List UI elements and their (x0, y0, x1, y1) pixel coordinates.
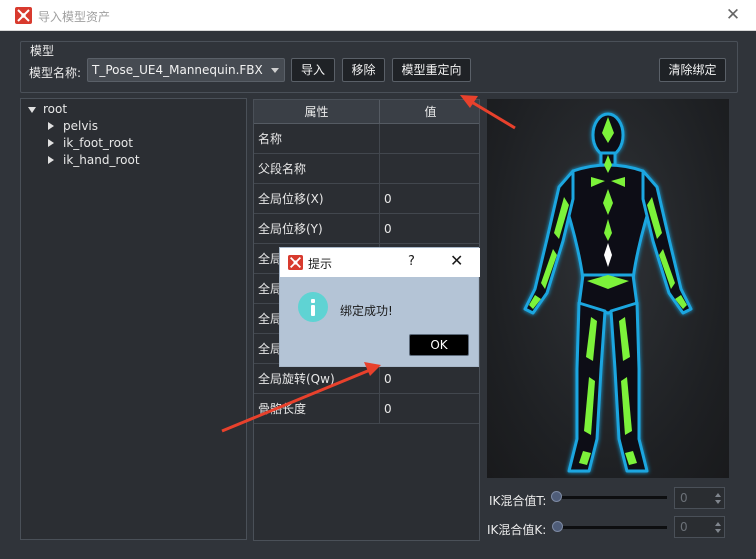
ik-blend-k-spinbox[interactable]: 0 (674, 516, 725, 538)
message-dialog-titlebar: 提示 ? ✕ (280, 248, 480, 277)
ok-button[interactable]: OK (409, 334, 469, 356)
expand-down-icon[interactable] (28, 107, 36, 113)
spin-up-icon[interactable] (715, 522, 721, 526)
tree-item-root[interactable]: root (43, 102, 67, 116)
property-name: 全局位移(X) (254, 184, 380, 214)
spin-up-icon[interactable] (715, 493, 721, 497)
property-name: 父段名称 (254, 154, 380, 184)
window-titlebar: 导入模型资产 ✕ (0, 0, 756, 31)
app-logo-icon (15, 7, 32, 24)
model-group-title: 模型 (29, 42, 56, 59)
property-value[interactable] (380, 124, 479, 154)
ik-blend-t-spinbox[interactable]: 0 (674, 487, 725, 509)
table-row[interactable]: 全局位移(X) 0 (254, 184, 479, 214)
tree-item[interactable]: ik_foot_root (63, 136, 133, 150)
model-select[interactable]: T_Pose_UE4_Mannequin.FBX (87, 58, 285, 82)
ik-blend-k-handle[interactable] (552, 521, 563, 532)
property-name: 名称 (254, 124, 380, 154)
message-dialog-title: 提示 (308, 257, 333, 271)
expand-right-icon[interactable] (48, 156, 54, 164)
expand-right-icon[interactable] (48, 122, 54, 130)
ik-blend-t-label: IK混合值T: (489, 494, 547, 508)
spin-down-icon[interactable] (715, 529, 721, 533)
property-name: 骨骼长度 (254, 394, 380, 424)
message-text: 绑定成功! (340, 304, 393, 318)
ik-blend-k-slider[interactable] (556, 526, 667, 529)
close-icon[interactable]: ✕ (720, 3, 746, 27)
column-header-value[interactable]: 值 (380, 100, 479, 124)
table-row[interactable]: 全局旋转(Qw) 0 (254, 364, 479, 394)
property-name: 全局位移(Y) (254, 214, 380, 244)
remove-button[interactable]: 移除 (342, 58, 385, 82)
app-logo-icon (288, 255, 303, 270)
close-icon[interactable]: ✕ (450, 251, 463, 270)
table-row[interactable]: 骨骼长度 0 (254, 394, 479, 424)
table-row[interactable]: 父段名称 (254, 154, 479, 184)
mannequin-figure (523, 112, 693, 473)
message-dialog[interactable]: 提示 ? ✕ 绑定成功! OK (279, 247, 480, 367)
skeleton-tree[interactable]: root pelvis ik_foot_root ik_hand_root (20, 98, 247, 540)
ik-blend-k-value: 0 (680, 520, 688, 534)
property-value[interactable]: 0 (380, 364, 479, 394)
expand-right-icon[interactable] (48, 139, 54, 147)
ik-blend-t-value: 0 (680, 491, 688, 505)
ik-blend-t-handle[interactable] (551, 491, 562, 502)
table-row[interactable]: 全局位移(Y) 0 (254, 214, 479, 244)
property-value[interactable]: 0 (380, 184, 479, 214)
property-value[interactable] (380, 154, 479, 184)
retarget-button[interactable]: 模型重定向 (392, 58, 471, 82)
clear-binding-button[interactable]: 清除绑定 (659, 58, 726, 82)
import-button[interactable]: 导入 (291, 58, 335, 82)
tree-item[interactable]: ik_hand_root (63, 153, 140, 167)
table-row[interactable]: 名称 (254, 124, 479, 154)
property-value[interactable]: 0 (380, 394, 479, 424)
spin-down-icon[interactable] (715, 500, 721, 504)
property-name: 全局旋转(Qw) (254, 364, 380, 394)
tree-item[interactable]: pelvis (63, 119, 98, 133)
model-name-label: 模型名称: (29, 66, 82, 80)
property-value[interactable]: 0 (380, 214, 479, 244)
ik-blend-t-slider[interactable] (553, 496, 667, 499)
info-icon (298, 292, 328, 322)
model-preview-viewport[interactable] (487, 99, 729, 478)
ik-blend-k-label: IK混合值K: (487, 523, 547, 537)
model-select-value: T_Pose_UE4_Mannequin.FBX (92, 63, 263, 77)
help-icon[interactable]: ? (408, 254, 415, 269)
window-title: 导入模型资产 (38, 10, 111, 24)
column-header-property[interactable]: 属性 (254, 100, 380, 124)
chevron-down-icon (271, 68, 279, 73)
